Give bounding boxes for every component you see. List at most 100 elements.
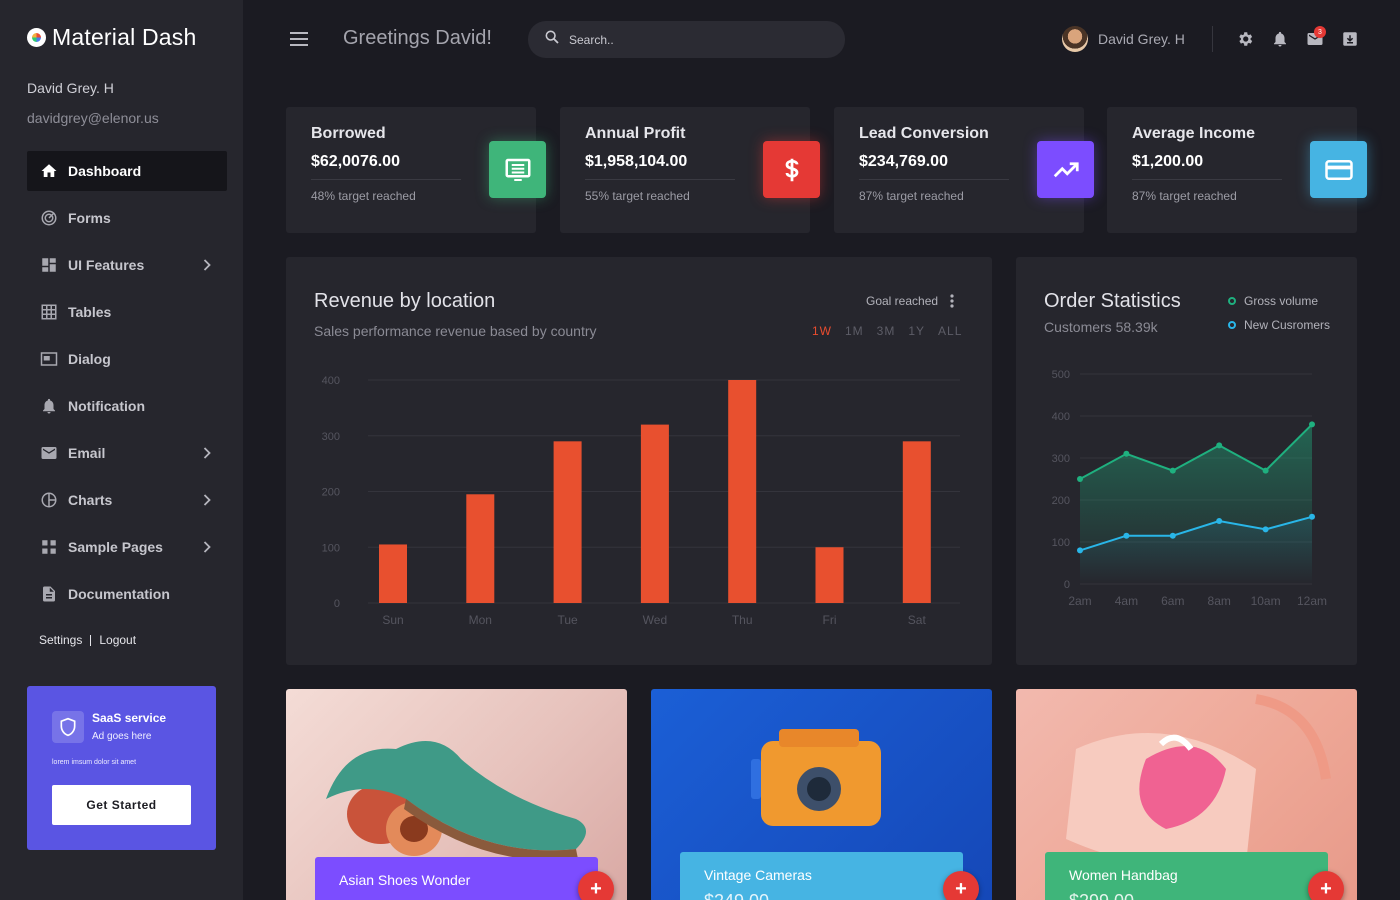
x-tick-label: Sun [382,613,403,627]
sidebar-item-label: Email [68,445,106,461]
data-point [1309,513,1315,520]
stat-title: Annual Profit [585,125,686,142]
data-point [1123,450,1130,457]
home-icon [40,162,58,180]
avatar[interactable] [1062,26,1088,52]
gear-icon[interactable] [1235,29,1255,49]
bar [379,544,407,603]
sidebar-item-sample-pages[interactable]: Sample Pages [27,527,227,567]
divider [859,179,1009,180]
sidebar-item-label: Notification [68,398,145,414]
stat-value: $1,958,104.00 [585,153,688,170]
add-to-cart-button[interactable]: + [578,871,614,900]
credit-card-icon [1310,141,1367,198]
x-tick-label: Tue [557,613,578,627]
data-point [1123,532,1130,539]
product-price: $249.00 [704,891,939,900]
download-icon[interactable] [1340,29,1360,49]
revenue-panel: Revenue by location Sales performance re… [286,257,992,665]
sidebar: Material Dash David Grey. H davidgrey@el… [0,0,243,900]
logout-link[interactable]: Logout [99,633,136,647]
sidebar-item-forms[interactable]: Forms [27,198,227,238]
divider [311,179,461,180]
product-name: Asian Shoes Wonder [339,872,471,888]
x-tick-label: Wed [643,613,667,627]
sidebar-footer-links: Settings Logout [39,633,136,647]
product-name: Women Handbag [1069,867,1178,883]
stat-value: $1,200.00 [1132,153,1204,170]
sidebar-item-ui-features[interactable]: UI Features [27,245,227,285]
divider [1132,179,1282,180]
x-tick-label: Fri [823,613,837,627]
sidebar-item-label: UI Features [68,257,145,273]
add-to-cart-button[interactable]: + [1308,871,1344,900]
sidebar-item-notification[interactable]: Notification [27,386,227,426]
product-name: Vintage Cameras [704,867,812,883]
settings-link[interactable]: Settings [39,633,82,647]
dollar-icon [763,141,820,198]
y-tick-label: 400 [322,375,340,387]
sidebar-user-email: davidgrey@elenor.us [27,110,159,126]
sidebar-item-dashboard[interactable]: Dashboard [27,151,227,191]
sidebar-item-email[interactable]: Email [27,433,227,473]
y-tick-label: 200 [1052,495,1070,507]
add-to-cart-button[interactable]: + [943,871,979,900]
search-bar[interactable] [528,21,845,58]
top-header: Greetings David! David Grey. H 3 [243,0,1400,80]
y-tick-label: 100 [1052,537,1070,549]
y-tick-label: 200 [322,487,340,499]
product-label: Vintage Cameras $249.00 [680,852,963,900]
bar [640,424,669,603]
y-tick-label: 300 [322,431,340,443]
promo-card: SaaS service Ad goes here lorem imsum do… [27,686,216,850]
x-tick-label: Sat [908,613,927,627]
bar [902,441,931,603]
product-label: Women Handbag $299.00 [1045,852,1328,900]
stat-title: Lead Conversion [859,125,989,142]
y-tick-label: 0 [334,598,340,610]
revenue-bar-chart: 0 100 200 300 400 Sun Mon Tue Wed Thu Fri Sat [322,375,960,627]
stat-value: $62,0076.00 [311,153,400,170]
x-tick-label: Thu [732,613,753,627]
divider [1212,26,1213,52]
brand[interactable]: Material Dash [27,24,197,51]
menu-icon[interactable] [289,30,309,48]
data-point [1216,442,1223,449]
pages-icon [40,538,58,556]
sidebar-item-label: Tables [68,304,112,320]
product-price: $299.00 [1069,891,1304,900]
stat-card-annual-profit: Annual Profit $1,958,104.00 55% target r… [560,107,820,233]
product-card-cameras[interactable]: Vintage Cameras $249.00 + [651,689,992,900]
order-statistics-panel: Order Statistics Customers 58.39k Gross … [1016,257,1357,665]
trending-up-icon [1037,141,1094,198]
search-input[interactable] [569,32,819,47]
data-point [1309,421,1315,428]
brand-name: Material Dash [52,24,197,50]
grid-icon [40,303,58,321]
sidebar-item-tables[interactable]: Tables [27,292,227,332]
get-started-button[interactable]: Get Started [52,785,191,825]
data-point [1077,476,1083,482]
x-tick-label: 8am [1208,594,1231,608]
x-tick-label: 4am [1115,594,1138,608]
stat-card-average-income: Average Income $1,200.00 87% target reac… [1107,107,1367,233]
header-user-name[interactable]: David Grey. H [1098,31,1185,47]
product-card-shoes[interactable]: Asian Shoes Wonder + [286,689,627,900]
y-tick-label: 500 [1052,369,1070,381]
track-changes-icon [40,209,58,227]
sidebar-item-charts[interactable]: Charts [27,480,227,520]
y-tick-label: 100 [322,542,340,554]
product-card-handbag[interactable]: Women Handbag $299.00 + [1016,689,1357,900]
data-point [1169,467,1176,474]
monitor-icon [489,141,546,198]
divider [90,634,92,646]
sidebar-item-documentation[interactable]: Documentation [27,574,227,614]
sidebar-item-label: Dashboard [68,163,142,179]
sidebar-item-dialog[interactable]: Dialog [27,339,227,379]
sidebar-item-label: Charts [68,492,113,508]
shield-icon [52,711,84,743]
bell-icon[interactable] [1270,29,1290,49]
chevron-right-icon [203,493,211,509]
sidebar-nav: Dashboard Forms UI Features Tables Dialo… [27,151,227,621]
y-tick-label: 0 [1064,579,1070,591]
